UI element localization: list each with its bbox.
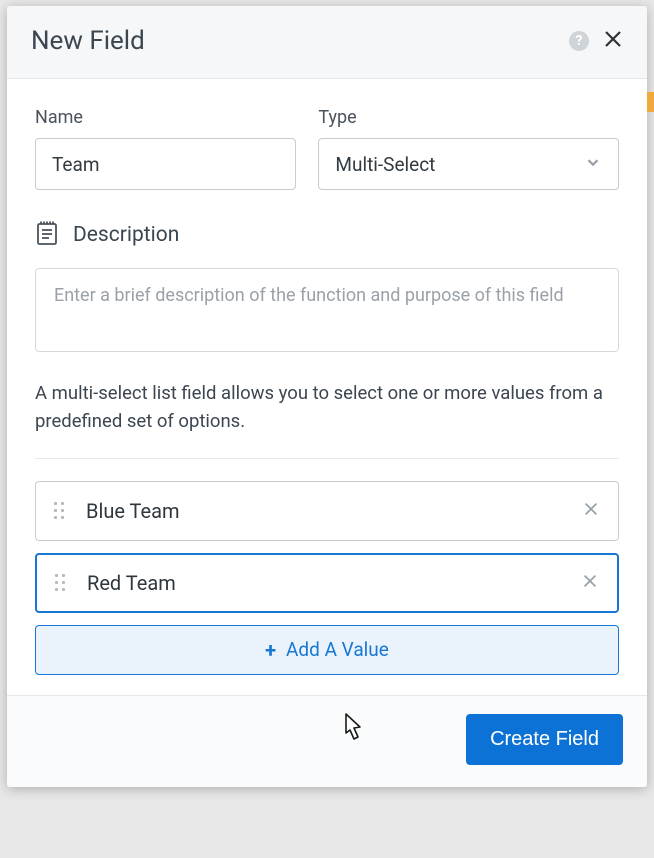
value-row[interactable]: Red Team [35,553,619,613]
name-label: Name [35,107,296,128]
close-icon[interactable] [603,29,623,53]
description-heading: Description [35,220,619,250]
new-field-modal: New Field ? Name Type Multi-Select [7,6,647,787]
header-actions: ? [569,29,623,53]
name-type-row: Name Type Multi-Select [35,107,619,190]
modal-body: Name Type Multi-Select [7,79,647,695]
description-textarea[interactable]: Enter a brief description of the functio… [35,268,619,352]
help-icon[interactable]: ? [569,31,589,51]
value-label: Blue Team [86,499,582,523]
modal-title: New Field [31,26,145,56]
add-value-button[interactable]: + Add A Value [35,625,619,675]
type-label: Type [318,107,619,128]
type-helper-text: A multi-select list field allows you to … [35,380,619,436]
drag-handle-icon[interactable] [54,502,64,519]
value-row[interactable]: Blue Team [35,481,619,541]
values-list: Blue Team Red Team [35,481,619,613]
clipboard-icon [35,220,59,250]
remove-value-icon[interactable] [581,572,599,594]
add-value-label: Add A Value [286,638,389,661]
name-input-field[interactable] [52,153,279,176]
plus-icon: + [265,638,276,662]
create-field-button[interactable]: Create Field [466,714,623,765]
name-field-group: Name [35,107,296,190]
type-field-group: Type Multi-Select [318,107,619,190]
type-select-value: Multi-Select [335,153,435,176]
description-placeholder: Enter a brief description of the functio… [54,285,564,306]
name-input[interactable] [35,138,296,190]
description-heading-text: Description [73,223,179,247]
drag-handle-icon[interactable] [55,574,65,591]
modal-footer: Create Field [7,695,647,787]
type-select[interactable]: Multi-Select [318,138,619,190]
remove-value-icon[interactable] [582,500,600,522]
modal-header: New Field ? [7,6,647,79]
value-label: Red Team [87,571,581,595]
values-divider [35,458,619,459]
background-accent [647,92,654,112]
chevron-down-icon [584,153,602,176]
